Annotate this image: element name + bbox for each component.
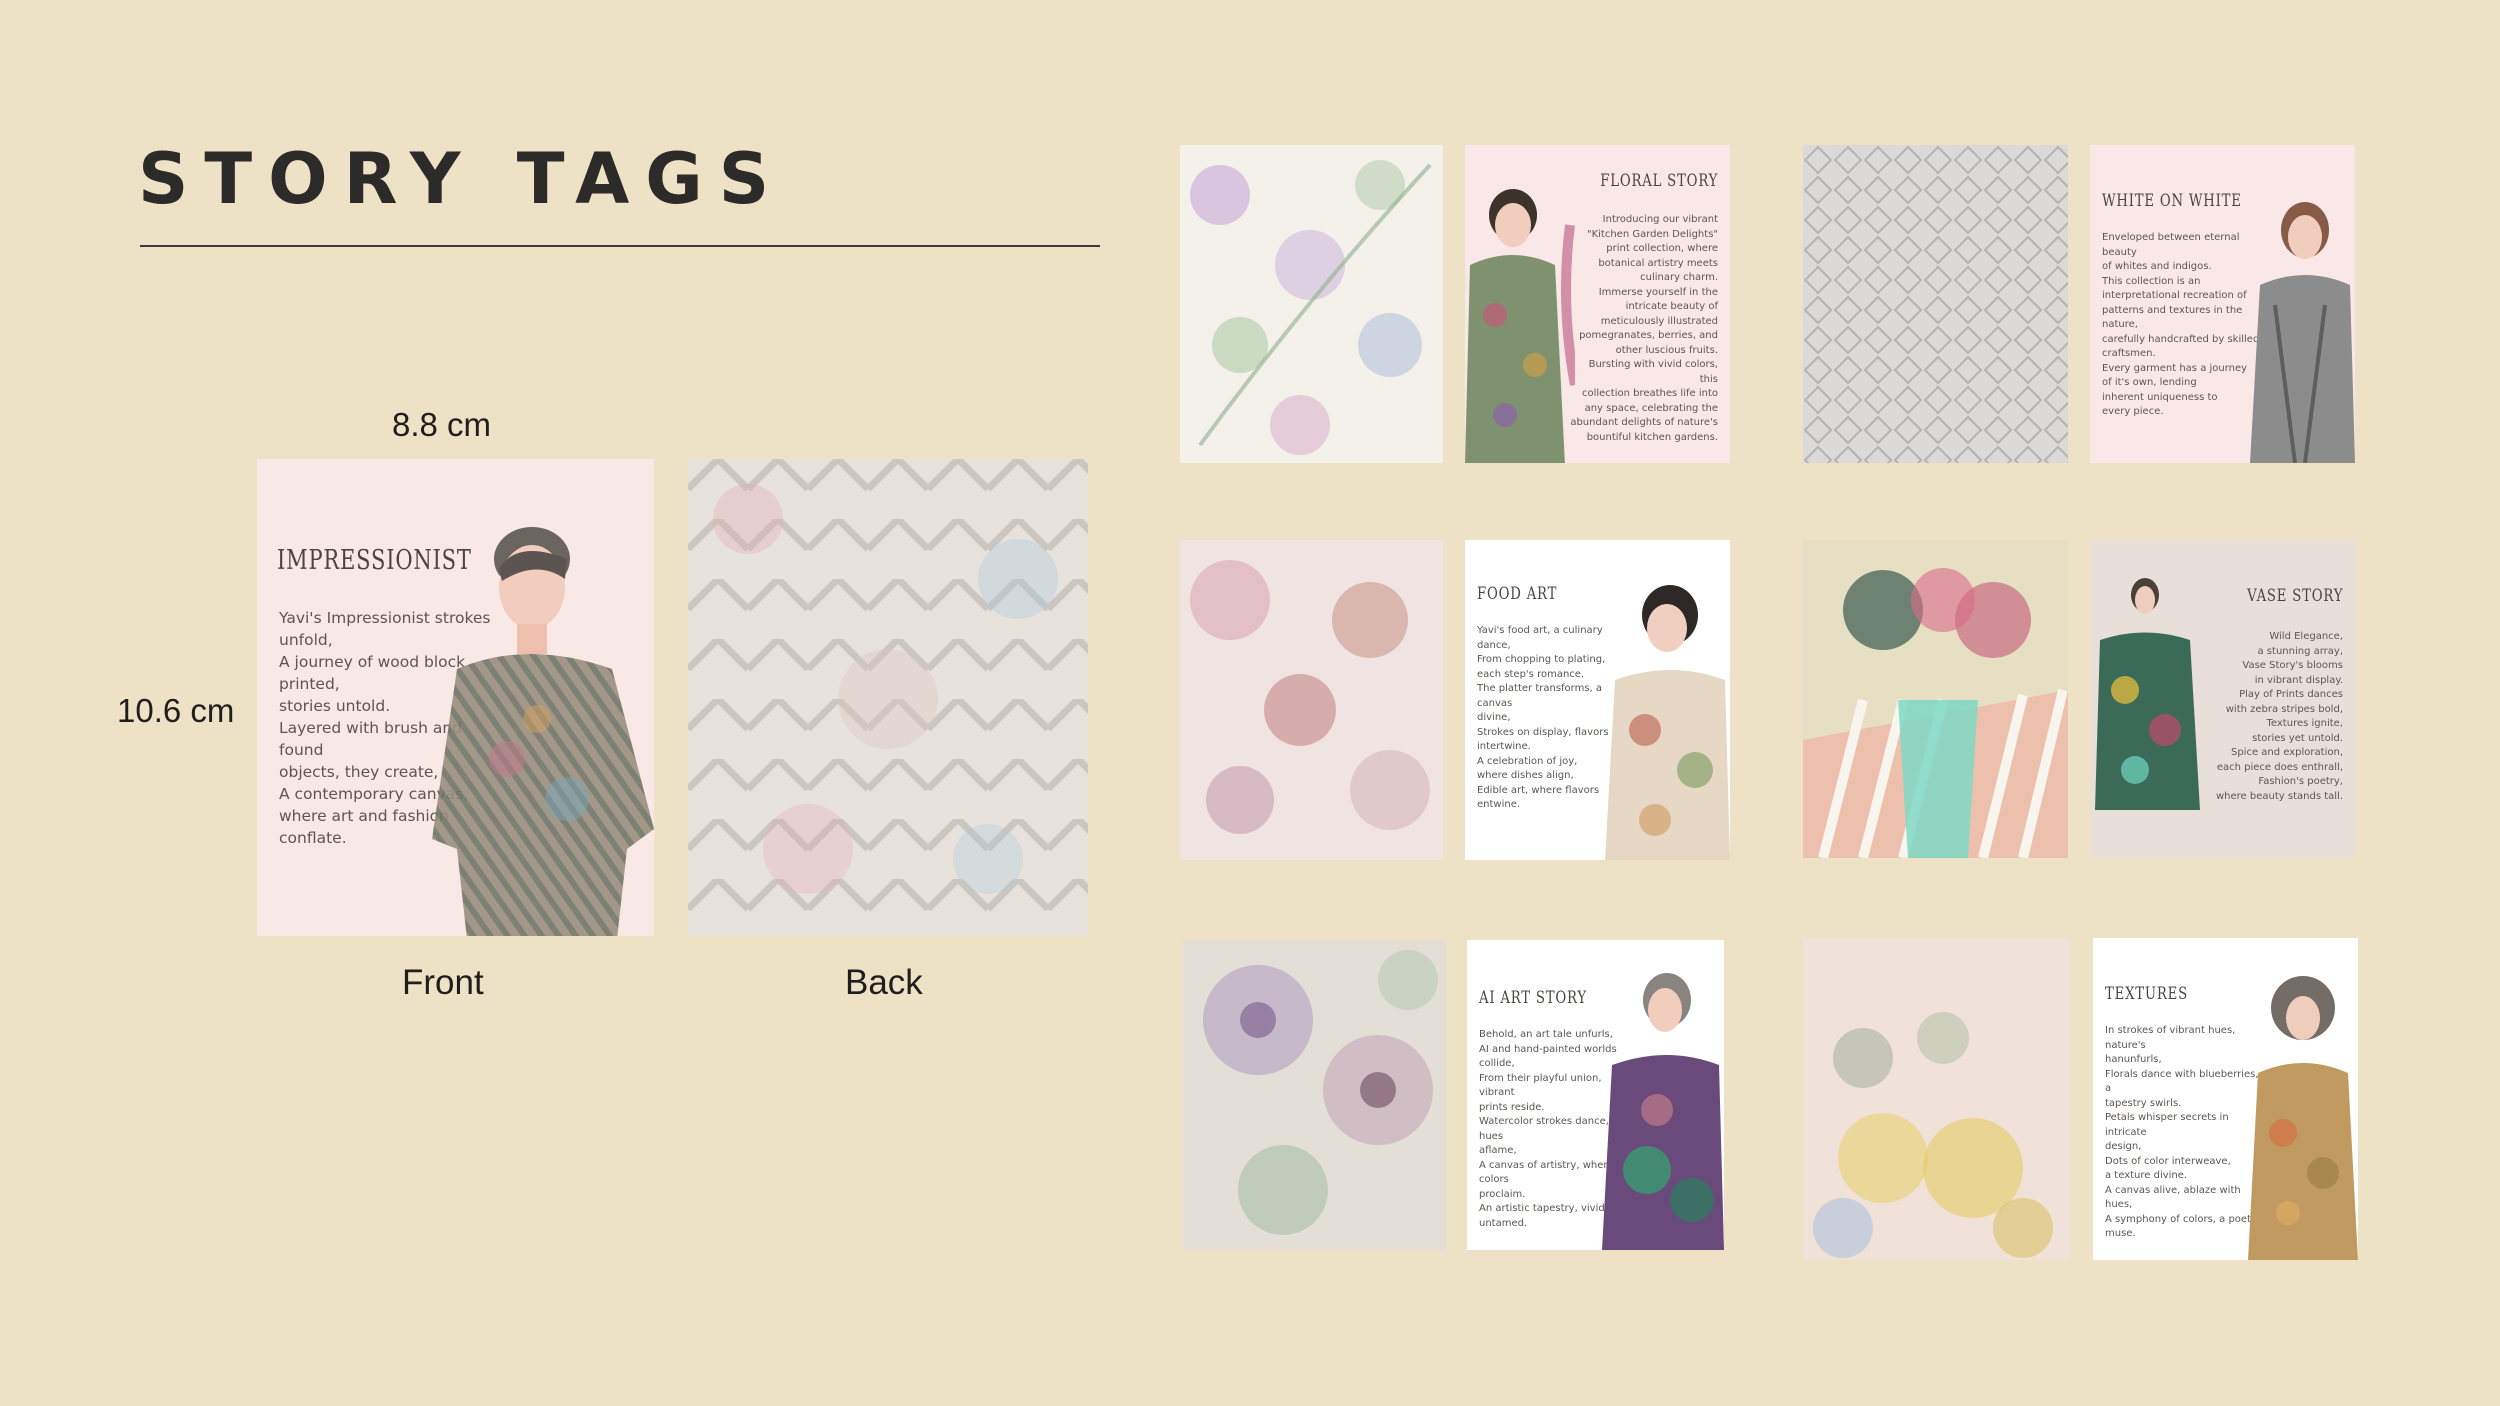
model-illustration <box>432 527 654 936</box>
tag-front-food: FOOD ART Yavi's food art, a culinary dan… <box>1465 540 1730 860</box>
tag-title: VASE STORY <box>2246 586 2343 606</box>
tag-front-ai: AI ART STORY Behold, an art tale unfurls… <box>1467 940 1724 1250</box>
model-illustration <box>1602 973 1724 1250</box>
page-title: STORY TAGS <box>138 138 786 220</box>
model-illustration <box>2248 976 2358 1260</box>
tag-front-preview: IMPRESSIONIST Yavi's Impressionist strok… <box>257 459 654 936</box>
tag-height-label: 10.6 cm <box>117 692 235 729</box>
tag-title: WHITE ON WHITE <box>2102 191 2242 211</box>
tag-back-floral <box>1180 145 1443 463</box>
tag-back-vase <box>1803 540 2068 858</box>
title-divider <box>140 245 1100 247</box>
tag-back-white <box>1803 145 2068 463</box>
tag-body-text: In strokes of vibrant hues, nature's han… <box>2105 1025 2259 1239</box>
tag-title: FLORAL STORY <box>1600 171 1718 191</box>
tag-title: TEXTURES <box>2105 984 2188 1004</box>
tag-title: FOOD ART <box>1477 584 1558 604</box>
tag-front-vase: VASE STORY Wild Elegance, a stunning arr… <box>2090 540 2355 858</box>
tag-front-textures: TEXTURES In strokes of vibrant hues, nat… <box>2093 938 2358 1260</box>
tag-body-text: Wild Elegance, a stunning array, Vase St… <box>2216 631 2343 802</box>
tag-back-ai <box>1183 940 1446 1250</box>
back-pattern <box>688 459 1088 936</box>
tag-title: AI ART STORY <box>1479 988 1587 1008</box>
model-illustration <box>2095 578 2200 810</box>
tag-width-label: 8.8 cm <box>392 406 492 443</box>
tag-front-floral: FLORAL STORY Introducing our vibrant "Ki… <box>1465 145 1730 463</box>
model-illustration <box>1465 189 1575 463</box>
tag-body-text: Enveloped between eternal beauty of whit… <box>2102 232 2260 417</box>
tag-back-textures <box>1803 938 2070 1260</box>
back-caption: Back <box>845 963 923 1002</box>
model-illustration <box>1605 585 1730 860</box>
model-illustration <box>2250 202 2355 463</box>
front-caption: Front <box>402 963 484 1002</box>
tag-front-white: WHITE ON WHITE Enveloped between eternal… <box>2090 145 2355 463</box>
tag-back-preview <box>688 459 1088 936</box>
tag-back-food <box>1180 540 1443 860</box>
tag-body-text: Introducing our vibrant "Kitchen Garden … <box>1570 214 1718 443</box>
